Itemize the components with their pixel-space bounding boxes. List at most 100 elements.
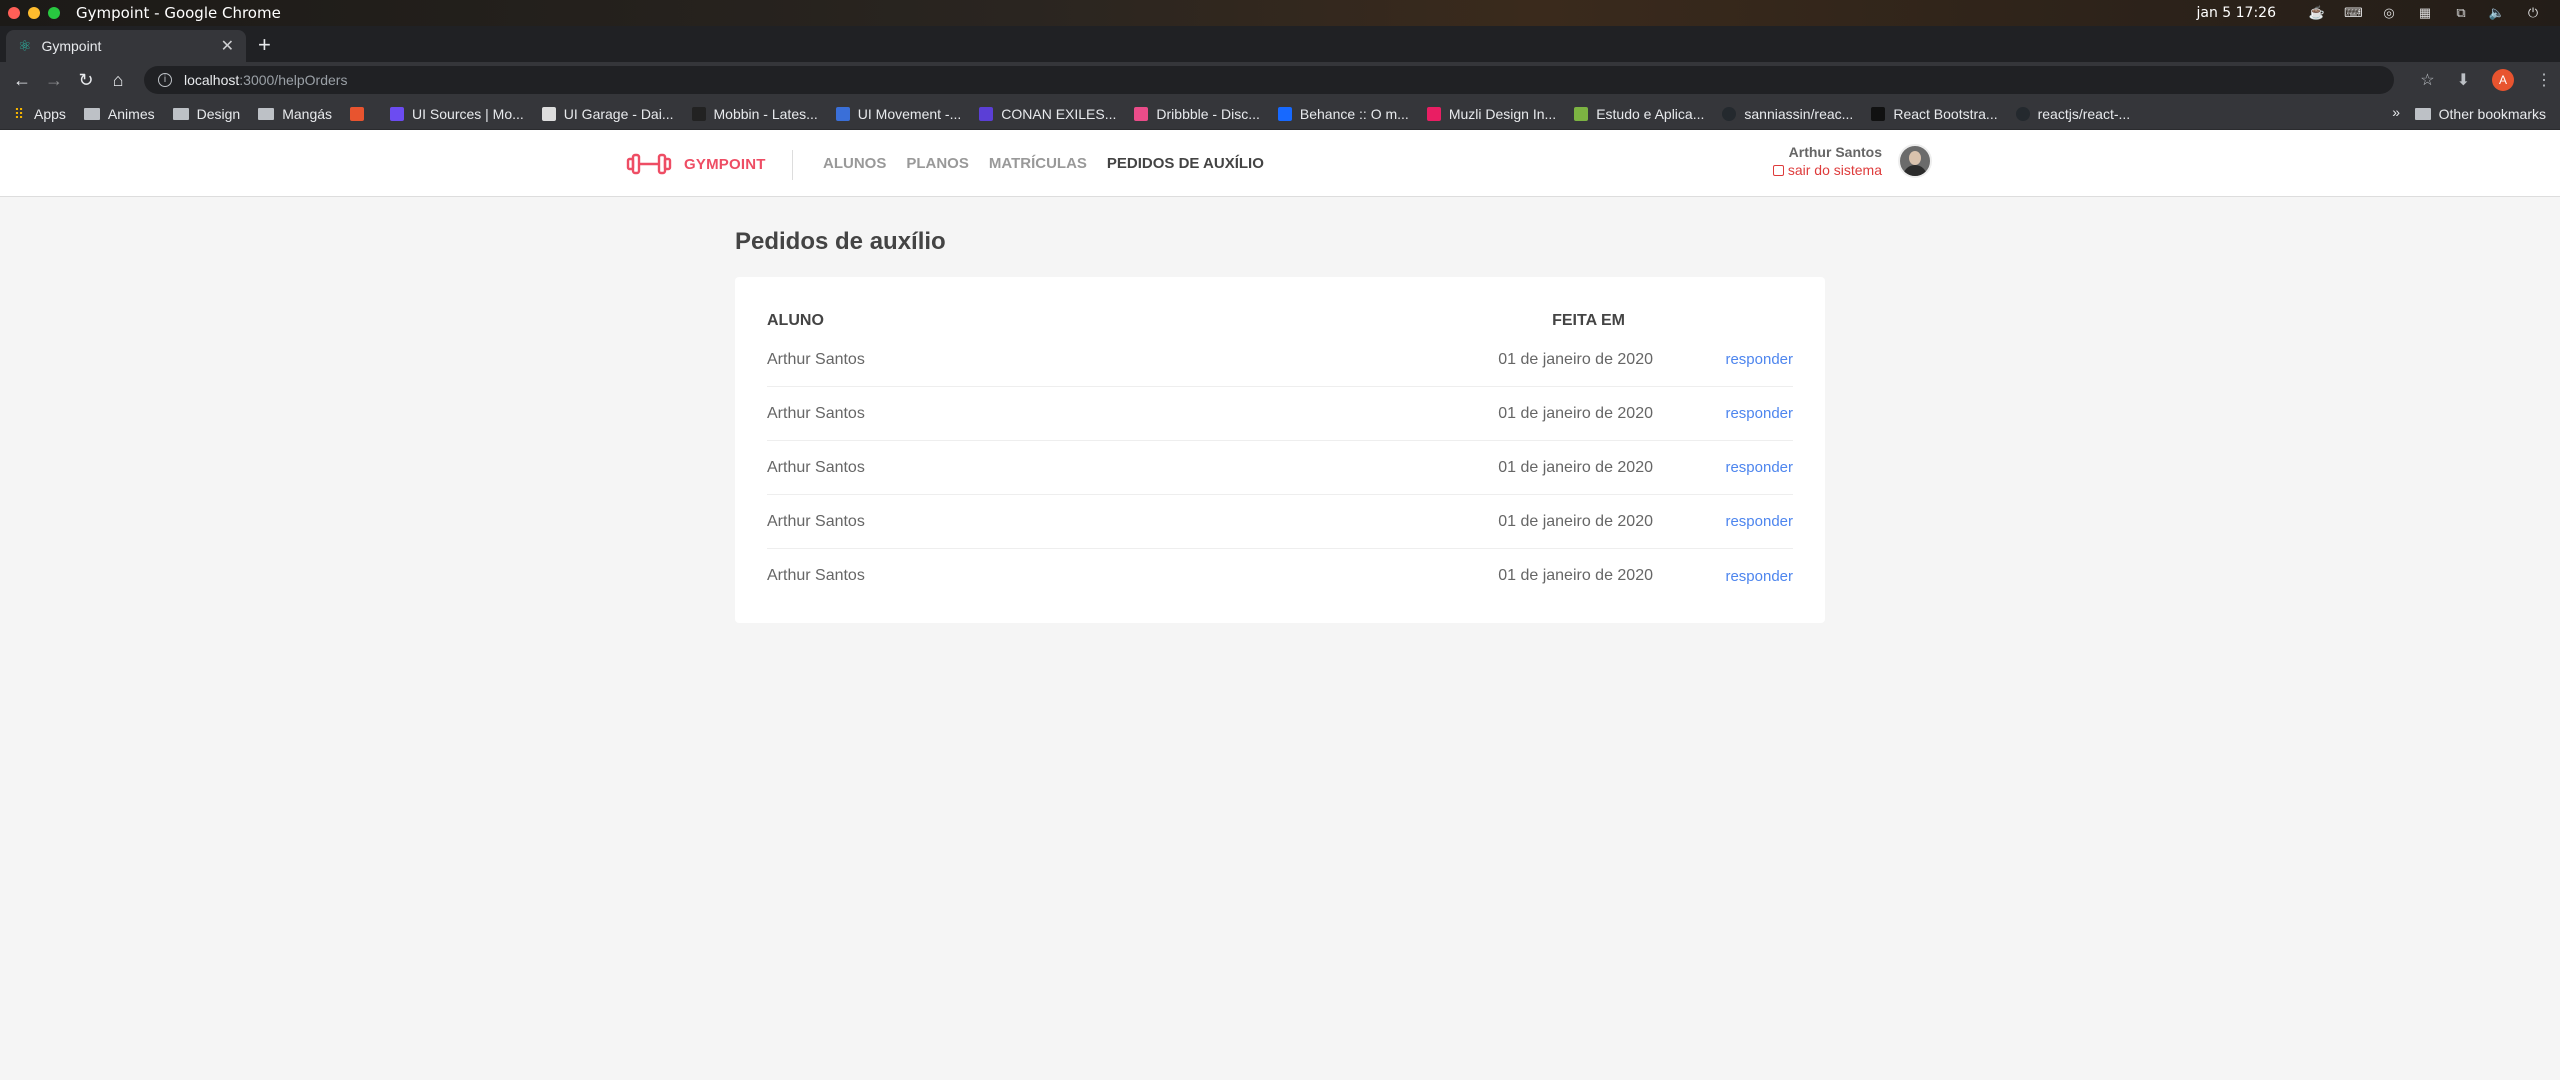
clock[interactable]: jan 5 17:26 bbox=[2197, 5, 2277, 21]
table-body: Arthur Santos 01 de janeiro de 2020 resp… bbox=[767, 333, 1793, 603]
logout-icon bbox=[1772, 164, 1784, 176]
bookmark-label: Mobbin - Lates... bbox=[713, 105, 818, 122]
reload-icon[interactable]: ↻ bbox=[70, 70, 102, 91]
bookmark-item[interactable]: Mangás bbox=[258, 106, 332, 122]
bookmark-label: UI Garage - Dai... bbox=[563, 105, 674, 122]
app-header: GYMPOINT ALUNOS PLANOS MATRÍCULAS PEDIDO… bbox=[0, 130, 2560, 197]
coffee-icon[interactable]: ☕ bbox=[2308, 6, 2326, 20]
main-content: Pedidos de auxílio ALUNO FEITA EM Arthur… bbox=[735, 228, 1825, 623]
minimize-window-button[interactable] bbox=[28, 7, 40, 19]
nav-matriculas[interactable]: MATRÍCULAS bbox=[989, 155, 1087, 172]
dumbbell-icon bbox=[626, 153, 672, 175]
bookmark-item[interactable]: Design bbox=[172, 106, 240, 122]
bookmark-item[interactable]: Muzli Design In... bbox=[1426, 105, 1557, 122]
bookmark-item[interactable]: CONAN EXILES... bbox=[979, 106, 1116, 122]
home-icon[interactable]: ⌂ bbox=[102, 70, 134, 91]
tab-title: Gympoint bbox=[41, 38, 102, 54]
back-arrow-icon[interactable]: ← bbox=[6, 70, 38, 91]
logout-link[interactable]: sair do sistema bbox=[1772, 162, 1882, 178]
site-icon bbox=[390, 106, 405, 121]
bookmark-label: sanniassin/reac... bbox=[1744, 105, 1854, 122]
more-bookmarks-button[interactable]: » bbox=[2392, 104, 2400, 120]
grid-icon[interactable]: ▦ bbox=[2416, 6, 2434, 20]
brand-logo[interactable]: GYMPOINT bbox=[626, 152, 766, 176]
table-row: Arthur Santos 01 de janeiro de 2020 resp… bbox=[767, 441, 1793, 495]
site-icon bbox=[1134, 106, 1149, 121]
bookmark-item[interactable]: reactjs/react-... bbox=[2015, 106, 2130, 122]
power-icon[interactable]: ⏻ bbox=[2524, 6, 2542, 20]
site-icon bbox=[835, 106, 850, 121]
row-student-name: Arthur Santos bbox=[767, 512, 865, 530]
download-icon[interactable]: ⬇ bbox=[2457, 70, 2470, 90]
table-row: Arthur Santos 01 de janeiro de 2020 resp… bbox=[767, 387, 1793, 441]
maximize-window-button[interactable] bbox=[48, 7, 60, 19]
site-icon bbox=[691, 106, 706, 121]
bookmark-item[interactable]: React Bootstra... bbox=[1871, 106, 1998, 122]
row-student-name: Arthur Santos bbox=[767, 567, 865, 584]
github-icon bbox=[2015, 106, 2030, 121]
close-window-button[interactable] bbox=[8, 7, 20, 19]
site-icon bbox=[1426, 106, 1441, 121]
profile-avatar[interactable]: A bbox=[2492, 69, 2514, 91]
tab-gympoint[interactable]: ⚛ Gympoint ✕ bbox=[6, 30, 246, 62]
answer-button[interactable]: responder bbox=[1653, 459, 1793, 476]
address-bar[interactable]: i localhost:3000/helpOrders bbox=[144, 66, 2394, 94]
bookmark-label: Behance :: O m... bbox=[1299, 105, 1409, 122]
row-date: 01 de janeiro de 2020 bbox=[1498, 404, 1653, 422]
row-student-name: Arthur Santos bbox=[767, 350, 865, 368]
table-header: ALUNO FEITA EM bbox=[767, 309, 1793, 333]
row-student-name: Arthur Santos bbox=[767, 458, 865, 476]
new-tab-button[interactable]: + bbox=[258, 34, 271, 56]
folder-icon bbox=[83, 107, 100, 120]
other-bookmarks[interactable]: Other bookmarks bbox=[2414, 98, 2546, 130]
browser-toolbar: ← → ↻ ⌂ i localhost:3000/helpOrders ☆ ⬇ … bbox=[0, 62, 2560, 98]
bookmark-item[interactable]: UI Movement -... bbox=[835, 105, 962, 122]
bookmark-star-icon[interactable]: ☆ bbox=[2420, 70, 2434, 90]
bookmark-label: Muzli Design In... bbox=[1448, 105, 1557, 122]
nav-planos[interactable]: PLANOS bbox=[906, 155, 969, 172]
answer-button[interactable]: responder bbox=[1653, 568, 1793, 585]
close-tab-icon[interactable]: ✕ bbox=[221, 36, 234, 56]
vpn-icon[interactable]: ◎ bbox=[2380, 6, 2398, 20]
apps-grid-icon: ⠿ bbox=[13, 105, 25, 122]
bookmark-item[interactable]: UI Garage - Dai... bbox=[541, 105, 674, 122]
row-date: 01 de janeiro de 2020 bbox=[1498, 458, 1653, 476]
nav-alunos[interactable]: ALUNOS bbox=[823, 155, 886, 172]
site-icon bbox=[1277, 106, 1292, 121]
avatar[interactable] bbox=[1898, 144, 1932, 178]
bookmark-label: UI Movement -... bbox=[857, 105, 962, 122]
network-icon[interactable]: ⧉ bbox=[2452, 6, 2470, 20]
bookmark-item[interactable]: Animes bbox=[83, 106, 155, 122]
keyboard-icon[interactable]: ⌨ bbox=[2344, 6, 2363, 20]
bookmark-item[interactable]: Estudo e Aplica... bbox=[1574, 106, 1704, 122]
user-profile: Arthur Santos sair do sistema bbox=[1772, 144, 1932, 178]
bookmark-item[interactable]: UI Sources | Mo... bbox=[390, 106, 524, 122]
brand-name: GYMPOINT bbox=[684, 155, 766, 173]
site-info-icon[interactable]: i bbox=[158, 73, 172, 87]
menu-kebab-icon[interactable]: ⋮ bbox=[2536, 70, 2552, 90]
bookmark-item[interactable]: Dribbble - Disc... bbox=[1134, 106, 1260, 122]
bookmark-item[interactable]: Behance :: O m... bbox=[1277, 105, 1409, 122]
logout-label: sair do sistema bbox=[1787, 162, 1882, 178]
bookmark-item[interactable]: sanniassin/reac... bbox=[1722, 106, 1853, 122]
site-icon bbox=[350, 106, 365, 121]
bookmark-label: Estudo e Aplica... bbox=[1596, 105, 1705, 122]
url-path: :3000/helpOrders bbox=[239, 72, 348, 88]
answer-button[interactable]: responder bbox=[1653, 405, 1793, 422]
bookmark-label: Mangás bbox=[282, 105, 333, 122]
bookmark-item[interactable]: ⠿ Apps bbox=[12, 106, 66, 122]
bookmarks-bar: ⠿ Apps Animes Design Mangás UI Sources | Mo..… bbox=[0, 98, 2560, 130]
answer-button[interactable]: responder bbox=[1653, 513, 1793, 530]
site-icon bbox=[541, 106, 556, 121]
forward-arrow-icon[interactable]: → bbox=[38, 70, 70, 91]
table-row: Arthur Santos 01 de janeiro de 2020 resp… bbox=[767, 549, 1793, 603]
volume-icon[interactable]: 🔈 bbox=[2488, 6, 2506, 20]
answer-button[interactable]: responder bbox=[1653, 351, 1793, 368]
bookmark-item[interactable] bbox=[350, 106, 372, 121]
help-orders-card: ALUNO FEITA EM Arthur Santos 01 de janei… bbox=[735, 277, 1825, 623]
row-date: 01 de janeiro de 2020 bbox=[1498, 350, 1653, 368]
toolbar-actions: ☆ ⬇ A ⋮ bbox=[2420, 62, 2552, 98]
system-tray: jan 5 17:26 ☕ ⌨ ◎ ▦ ⧉ 🔈 ⏻ bbox=[2197, 0, 2543, 26]
nav-pedidos-de-auxilio[interactable]: PEDIDOS DE AUXÍLIO bbox=[1107, 155, 1264, 172]
bookmark-item[interactable]: Mobbin - Lates... bbox=[691, 105, 818, 122]
